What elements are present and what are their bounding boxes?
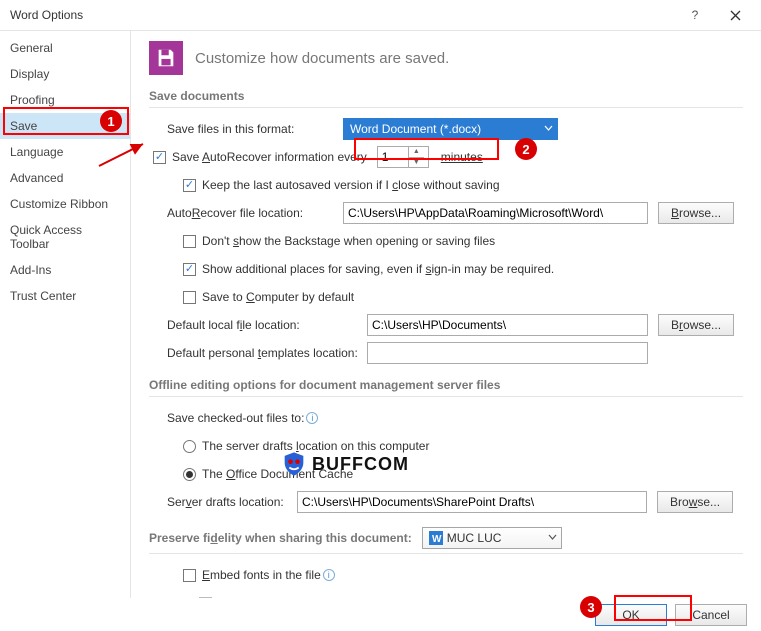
section-fidelity: Preserve fidelity when sharing this docu… [149, 527, 743, 554]
show-additional-label: Show additional places for saving, even … [202, 262, 554, 276]
autorec-loc-input[interactable] [343, 202, 648, 224]
format-value: Word Document (*.docx) [350, 122, 481, 136]
keep-last-checkbox[interactable] [183, 179, 196, 192]
autorecover-checkbox[interactable] [153, 151, 166, 164]
info-icon: i [306, 412, 318, 424]
sidebar-item-customize-ribbon[interactable]: Customize Ribbon [0, 191, 130, 217]
ok-button[interactable]: OK [595, 604, 667, 626]
radio-server-drafts[interactable] [183, 440, 196, 453]
window-title: Word Options [10, 8, 83, 22]
cancel-button[interactable]: Cancel [675, 604, 747, 626]
chevron-down-icon [548, 531, 557, 545]
sidebar: General Display Proofing Save Language A… [0, 31, 131, 598]
section-offline: Offline editing options for document man… [149, 378, 743, 397]
format-select[interactable]: Word Document (*.docx) [343, 118, 558, 140]
radio-server-drafts-label: The server drafts location on this compu… [202, 439, 429, 453]
browse-drafts[interactable]: Browse... [657, 491, 733, 513]
sidebar-item-save[interactable]: Save [0, 113, 130, 139]
chevron-down-icon [544, 122, 553, 136]
fidelity-doc-value: MUC LUC [447, 531, 502, 545]
sidebar-item-qat[interactable]: Quick Access Toolbar [0, 217, 130, 257]
sidebar-item-general[interactable]: General [0, 35, 130, 61]
save-header-icon [149, 41, 183, 75]
sidebar-item-proofing[interactable]: Proofing [0, 87, 130, 113]
sidebar-item-addins[interactable]: Add-Ins [0, 257, 130, 283]
autorecover-minutes-spinner[interactable]: ▲▼ [377, 146, 429, 168]
fidelity-doc-select[interactable]: W MUC LUC [422, 527, 562, 549]
word-doc-icon: W [429, 531, 443, 545]
page-header: Customize how documents are saved. [195, 50, 449, 67]
radio-office-cache[interactable] [183, 468, 196, 481]
section-save-documents: Save documents [149, 89, 743, 108]
browse-autorec[interactable]: Browse... [658, 202, 734, 224]
sidebar-item-display[interactable]: Display [0, 61, 130, 87]
radio-office-cache-label: The Office Document Cache [202, 467, 353, 481]
default-tmpl-label: Default personal templates location: [167, 346, 367, 360]
drafts-loc-input[interactable] [297, 491, 647, 513]
format-label: Save files in this format: [167, 122, 343, 136]
help-button[interactable]: ? [675, 1, 715, 29]
autorecover-label: Save AutoRecover information every [172, 150, 367, 164]
save-computer-label: Save to Computer by default [202, 290, 354, 304]
save-computer-checkbox[interactable] [183, 291, 196, 304]
keep-last-label: Keep the last autosaved version if I clo… [202, 178, 500, 192]
autorec-loc-label: AutoRecover file location: [167, 206, 343, 220]
spinner-up[interactable]: ▲ [409, 147, 424, 158]
sidebar-item-language[interactable]: Language [0, 139, 130, 165]
spinner-down[interactable]: ▼ [409, 158, 424, 168]
embed-fonts-label: Embed fonts in the file [202, 568, 321, 582]
checked-out-label: Save checked-out files to: [167, 411, 304, 425]
default-loc-label: Default local file location: [167, 318, 367, 332]
default-tmpl-input[interactable] [367, 342, 648, 364]
show-additional-checkbox[interactable] [183, 263, 196, 276]
autorecover-minutes-input[interactable] [378, 147, 408, 167]
default-loc-input[interactable] [367, 314, 648, 336]
embed-fonts-checkbox[interactable] [183, 569, 196, 582]
autorecover-unit: minutes [441, 150, 483, 164]
sidebar-item-advanced[interactable]: Advanced [0, 165, 130, 191]
drafts-loc-label: Server drafts location: [167, 495, 287, 509]
close-button[interactable] [715, 1, 755, 29]
sidebar-item-trust-center[interactable]: Trust Center [0, 283, 130, 309]
dont-show-backstage-checkbox[interactable] [183, 235, 196, 248]
dont-show-label: Don't show the Backstage when opening or… [202, 234, 495, 248]
browse-default-loc[interactable]: Browse... [658, 314, 734, 336]
svg-text:W: W [432, 534, 442, 545]
info-icon: i [323, 569, 335, 581]
